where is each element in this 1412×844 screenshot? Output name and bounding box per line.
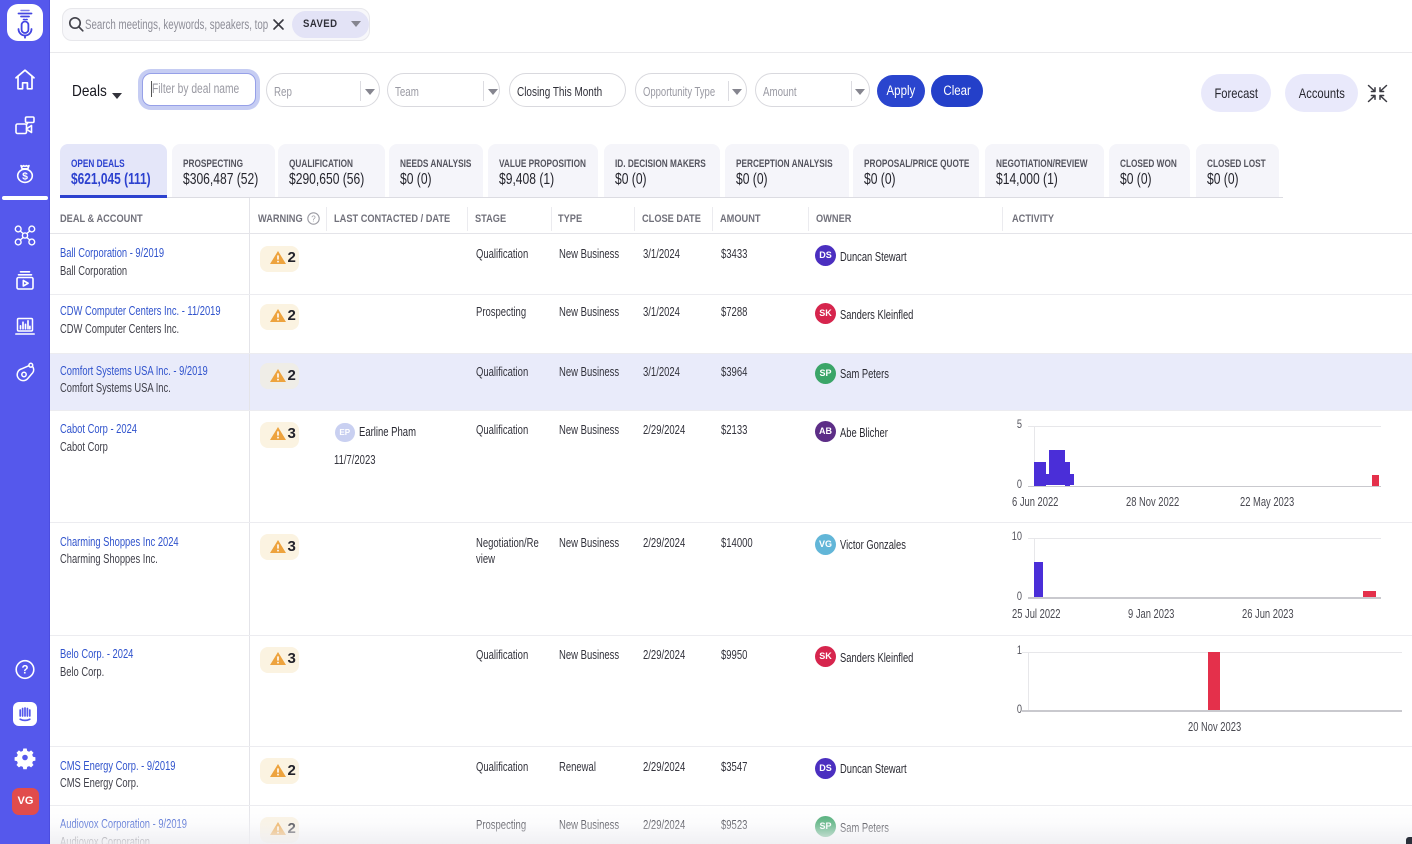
svg-text:?: ?	[311, 214, 316, 223]
svg-text:?: ?	[21, 665, 28, 677]
svg-text:$: $	[22, 171, 28, 183]
